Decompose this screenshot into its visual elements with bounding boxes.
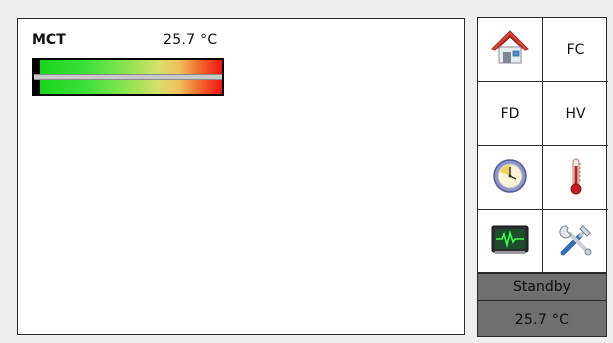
nav-home-button[interactable] (478, 18, 543, 82)
thermometer-icon (566, 156, 586, 200)
status-divider (478, 300, 606, 301)
gauge-label: MCT (32, 32, 66, 48)
gauge-track (34, 74, 222, 80)
nav-grid: FC FD HV (477, 17, 608, 274)
monitor-icon (491, 225, 529, 259)
nav-clock-button[interactable] (478, 146, 543, 210)
status-state: Standby (513, 279, 571, 295)
nav-temperature-button[interactable] (543, 146, 608, 210)
home-icon (490, 28, 530, 72)
clock-icon (491, 157, 529, 199)
tools-icon (557, 221, 595, 263)
status-panel: Standby 25.7 °C (477, 273, 607, 337)
nav-hv-button[interactable]: HV (543, 82, 608, 146)
status-temperature: 25.7 °C (514, 312, 570, 328)
gauge-value: 25.7 °C (163, 32, 218, 48)
nav-monitor-button[interactable] (478, 210, 543, 274)
main-panel: MCT 25.7 °C (17, 18, 465, 335)
nav-tools-button[interactable] (543, 210, 608, 274)
temperature-gauge-bar (32, 58, 224, 96)
nav-fc-button[interactable]: FC (543, 18, 608, 82)
nav-fd-button[interactable]: FD (478, 82, 543, 146)
